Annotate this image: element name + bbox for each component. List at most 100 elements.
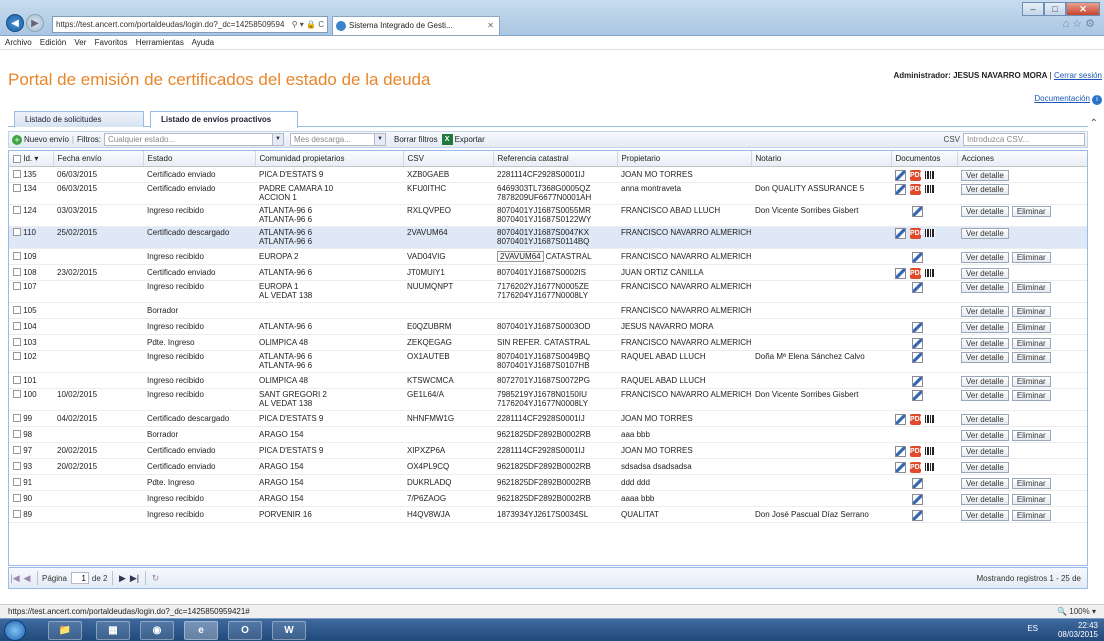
table-row[interactable]: 89 Ingreso recibido PORVENIR 16 H4QV8WJA 187… [9, 506, 1087, 523]
edit-document-icon[interactable] [895, 461, 906, 473]
table-row[interactable]: 101 Ingreso recibido OLIMPICA 48 KTSWCMCA 80… [9, 372, 1087, 389]
header-acciones[interactable]: Acciones [957, 151, 1087, 167]
row-checkbox[interactable] [13, 170, 21, 179]
csv-search-input[interactable]: Introduzca CSV... [963, 133, 1085, 146]
barcode-icon[interactable] [925, 463, 935, 471]
row-checkbox[interactable] [13, 228, 21, 237]
favorites-star-icon[interactable]: ☆ [1072, 18, 1085, 30]
minimize-button[interactable]: – [1022, 2, 1044, 16]
zoom-level[interactable]: 🔍 100% ▾ [1057, 605, 1096, 618]
refresh-icon[interactable]: ↻ [150, 573, 162, 584]
address-actions-icon[interactable]: ⚲ ▾ 🔒 C [292, 20, 327, 29]
table-row[interactable]: 100 10/02/2015 Ingreso recibido SANT GREGOR… [9, 388, 1087, 411]
view-detail-button[interactable]: Ver detalle [961, 445, 1009, 457]
row-checkbox[interactable] [13, 494, 21, 503]
language-indicator[interactable]: ES [1027, 624, 1038, 633]
row-checkbox[interactable] [13, 510, 21, 519]
edit-document-icon[interactable] [912, 351, 923, 363]
menu-favoritos[interactable]: Favoritos [95, 38, 128, 47]
view-detail-button[interactable]: Ver detalle [961, 351, 1009, 363]
menu-archivo[interactable]: Archivo [5, 38, 32, 47]
tab-close-icon[interactable]: ✕ [487, 17, 494, 35]
chevron-down-icon[interactable]: ▼ [374, 134, 385, 145]
clear-filters-button[interactable]: Borrar filtros [394, 135, 438, 144]
pdf-icon[interactable]: PDF [910, 445, 924, 457]
row-checkbox[interactable] [13, 446, 21, 455]
view-detail-button[interactable]: Ver detalle [961, 183, 1009, 195]
menu-edicion[interactable]: Edición [40, 38, 66, 47]
delete-button[interactable]: Eliminar [1011, 281, 1051, 293]
view-detail-button[interactable]: Ver detalle [961, 493, 1009, 505]
pdf-icon[interactable]: PDF [910, 461, 924, 473]
info-icon[interactable]: i [1092, 95, 1102, 105]
delete-button[interactable]: Eliminar [1011, 337, 1051, 349]
view-detail-button[interactable]: Ver detalle [961, 389, 1009, 401]
row-checkbox[interactable] [13, 352, 21, 361]
edit-document-icon[interactable] [912, 389, 923, 401]
chevron-down-icon[interactable]: ▼ [272, 134, 283, 145]
table-row[interactable]: 108 23/02/2015 Certificado enviado ATLANTA-… [9, 264, 1087, 281]
delete-button[interactable]: Eliminar [1011, 351, 1051, 363]
table-row[interactable]: 93 20/02/2015 Certificado enviado ARAGO 154… [9, 458, 1087, 475]
edit-document-icon[interactable] [895, 445, 906, 457]
header-propietario[interactable]: Propietario [617, 151, 752, 167]
calculator-taskbar-icon[interactable]: ▦ [96, 621, 130, 640]
barcode-icon[interactable] [925, 185, 935, 193]
barcode-icon[interactable] [925, 171, 935, 179]
status-filter-select[interactable]: Cualquier estado... ▼ [104, 133, 284, 146]
explorer-taskbar-icon[interactable]: 📁 [48, 621, 82, 640]
delete-button[interactable]: Eliminar [1011, 389, 1051, 401]
pdf-icon[interactable]: PDF [910, 413, 924, 425]
view-detail-button[interactable]: Ver detalle [961, 477, 1009, 489]
pdf-icon[interactable]: PDF [910, 183, 924, 195]
maximize-button[interactable]: □ [1044, 2, 1066, 16]
view-detail-button[interactable]: Ver detalle [961, 169, 1009, 181]
row-checkbox[interactable] [13, 322, 21, 331]
outlook-taskbar-icon[interactable]: O [228, 621, 262, 640]
forward-button[interactable]: ▶ [26, 14, 44, 32]
barcode-icon[interactable] [925, 447, 935, 455]
table-row[interactable]: 99 04/02/2015 Certificado descargado PICA D… [9, 410, 1087, 427]
view-detail-button[interactable]: Ver detalle [961, 281, 1009, 293]
ie-taskbar-icon[interactable]: e [184, 621, 218, 640]
table-row[interactable]: 109 Ingreso recibido EUROPA 2 VAD04VIG 2VAVU… [9, 248, 1087, 265]
table-row[interactable]: 102 Ingreso recibido ATLANTA-96 6 ATLANTA-9… [9, 350, 1087, 373]
table-row[interactable]: 105 Borrador FRANCISCO NAVARRO ALMERICH Ver… [9, 302, 1087, 319]
select-all-checkbox[interactable] [13, 154, 21, 163]
barcode-icon[interactable] [925, 229, 935, 237]
back-button[interactable]: ◀ [6, 14, 24, 32]
pdf-icon[interactable]: PDF [910, 227, 924, 239]
table-row[interactable]: 97 20/02/2015 Certificado enviado PICA D'ES… [9, 442, 1087, 459]
edit-document-icon[interactable] [895, 227, 906, 239]
delete-button[interactable]: Eliminar [1011, 429, 1051, 441]
edit-document-icon[interactable] [912, 375, 923, 387]
row-checkbox[interactable] [13, 306, 21, 315]
edit-document-icon[interactable] [895, 169, 906, 181]
view-detail-button[interactable]: Ver detalle [961, 251, 1009, 263]
edit-document-icon[interactable] [912, 509, 923, 521]
barcode-icon[interactable] [925, 415, 935, 423]
edit-document-icon[interactable] [912, 281, 923, 293]
tab-listado-envios-proactivos[interactable]: Listado de envíos proactivos [150, 111, 298, 128]
view-detail-button[interactable]: Ver detalle [961, 321, 1009, 333]
header-csv[interactable]: CSV [403, 151, 494, 167]
delete-button[interactable]: Eliminar [1011, 251, 1051, 263]
view-detail-button[interactable]: Ver detalle [961, 227, 1009, 239]
table-row[interactable]: 124 03/03/2015 Ingreso recibido ATLANTA-96 … [9, 204, 1087, 227]
last-page-icon[interactable]: ▶| [129, 573, 141, 584]
scroll-up-icon[interactable]: ⌃ [1090, 118, 1098, 129]
documentation-link[interactable]: Documentación [1034, 94, 1090, 103]
row-checkbox[interactable] [13, 252, 21, 261]
first-page-icon[interactable]: |◀ [9, 573, 21, 584]
row-checkbox[interactable] [13, 478, 21, 487]
row-checkbox[interactable] [13, 268, 21, 277]
tab-listado-solicitudes[interactable]: Listado de solicitudes [14, 111, 144, 127]
edit-document-icon[interactable] [895, 183, 906, 195]
app-taskbar-icon[interactable]: ◉ [140, 621, 174, 640]
start-button[interactable] [4, 620, 26, 641]
export-button[interactable]: Exportar [455, 135, 485, 144]
table-row[interactable]: 104 Ingreso recibido ATLANTA-96 6 E0QZUBRM 8… [9, 318, 1087, 335]
edit-document-icon[interactable] [895, 413, 906, 425]
view-detail-button[interactable]: Ver detalle [961, 509, 1009, 521]
edit-document-icon[interactable] [912, 477, 923, 489]
